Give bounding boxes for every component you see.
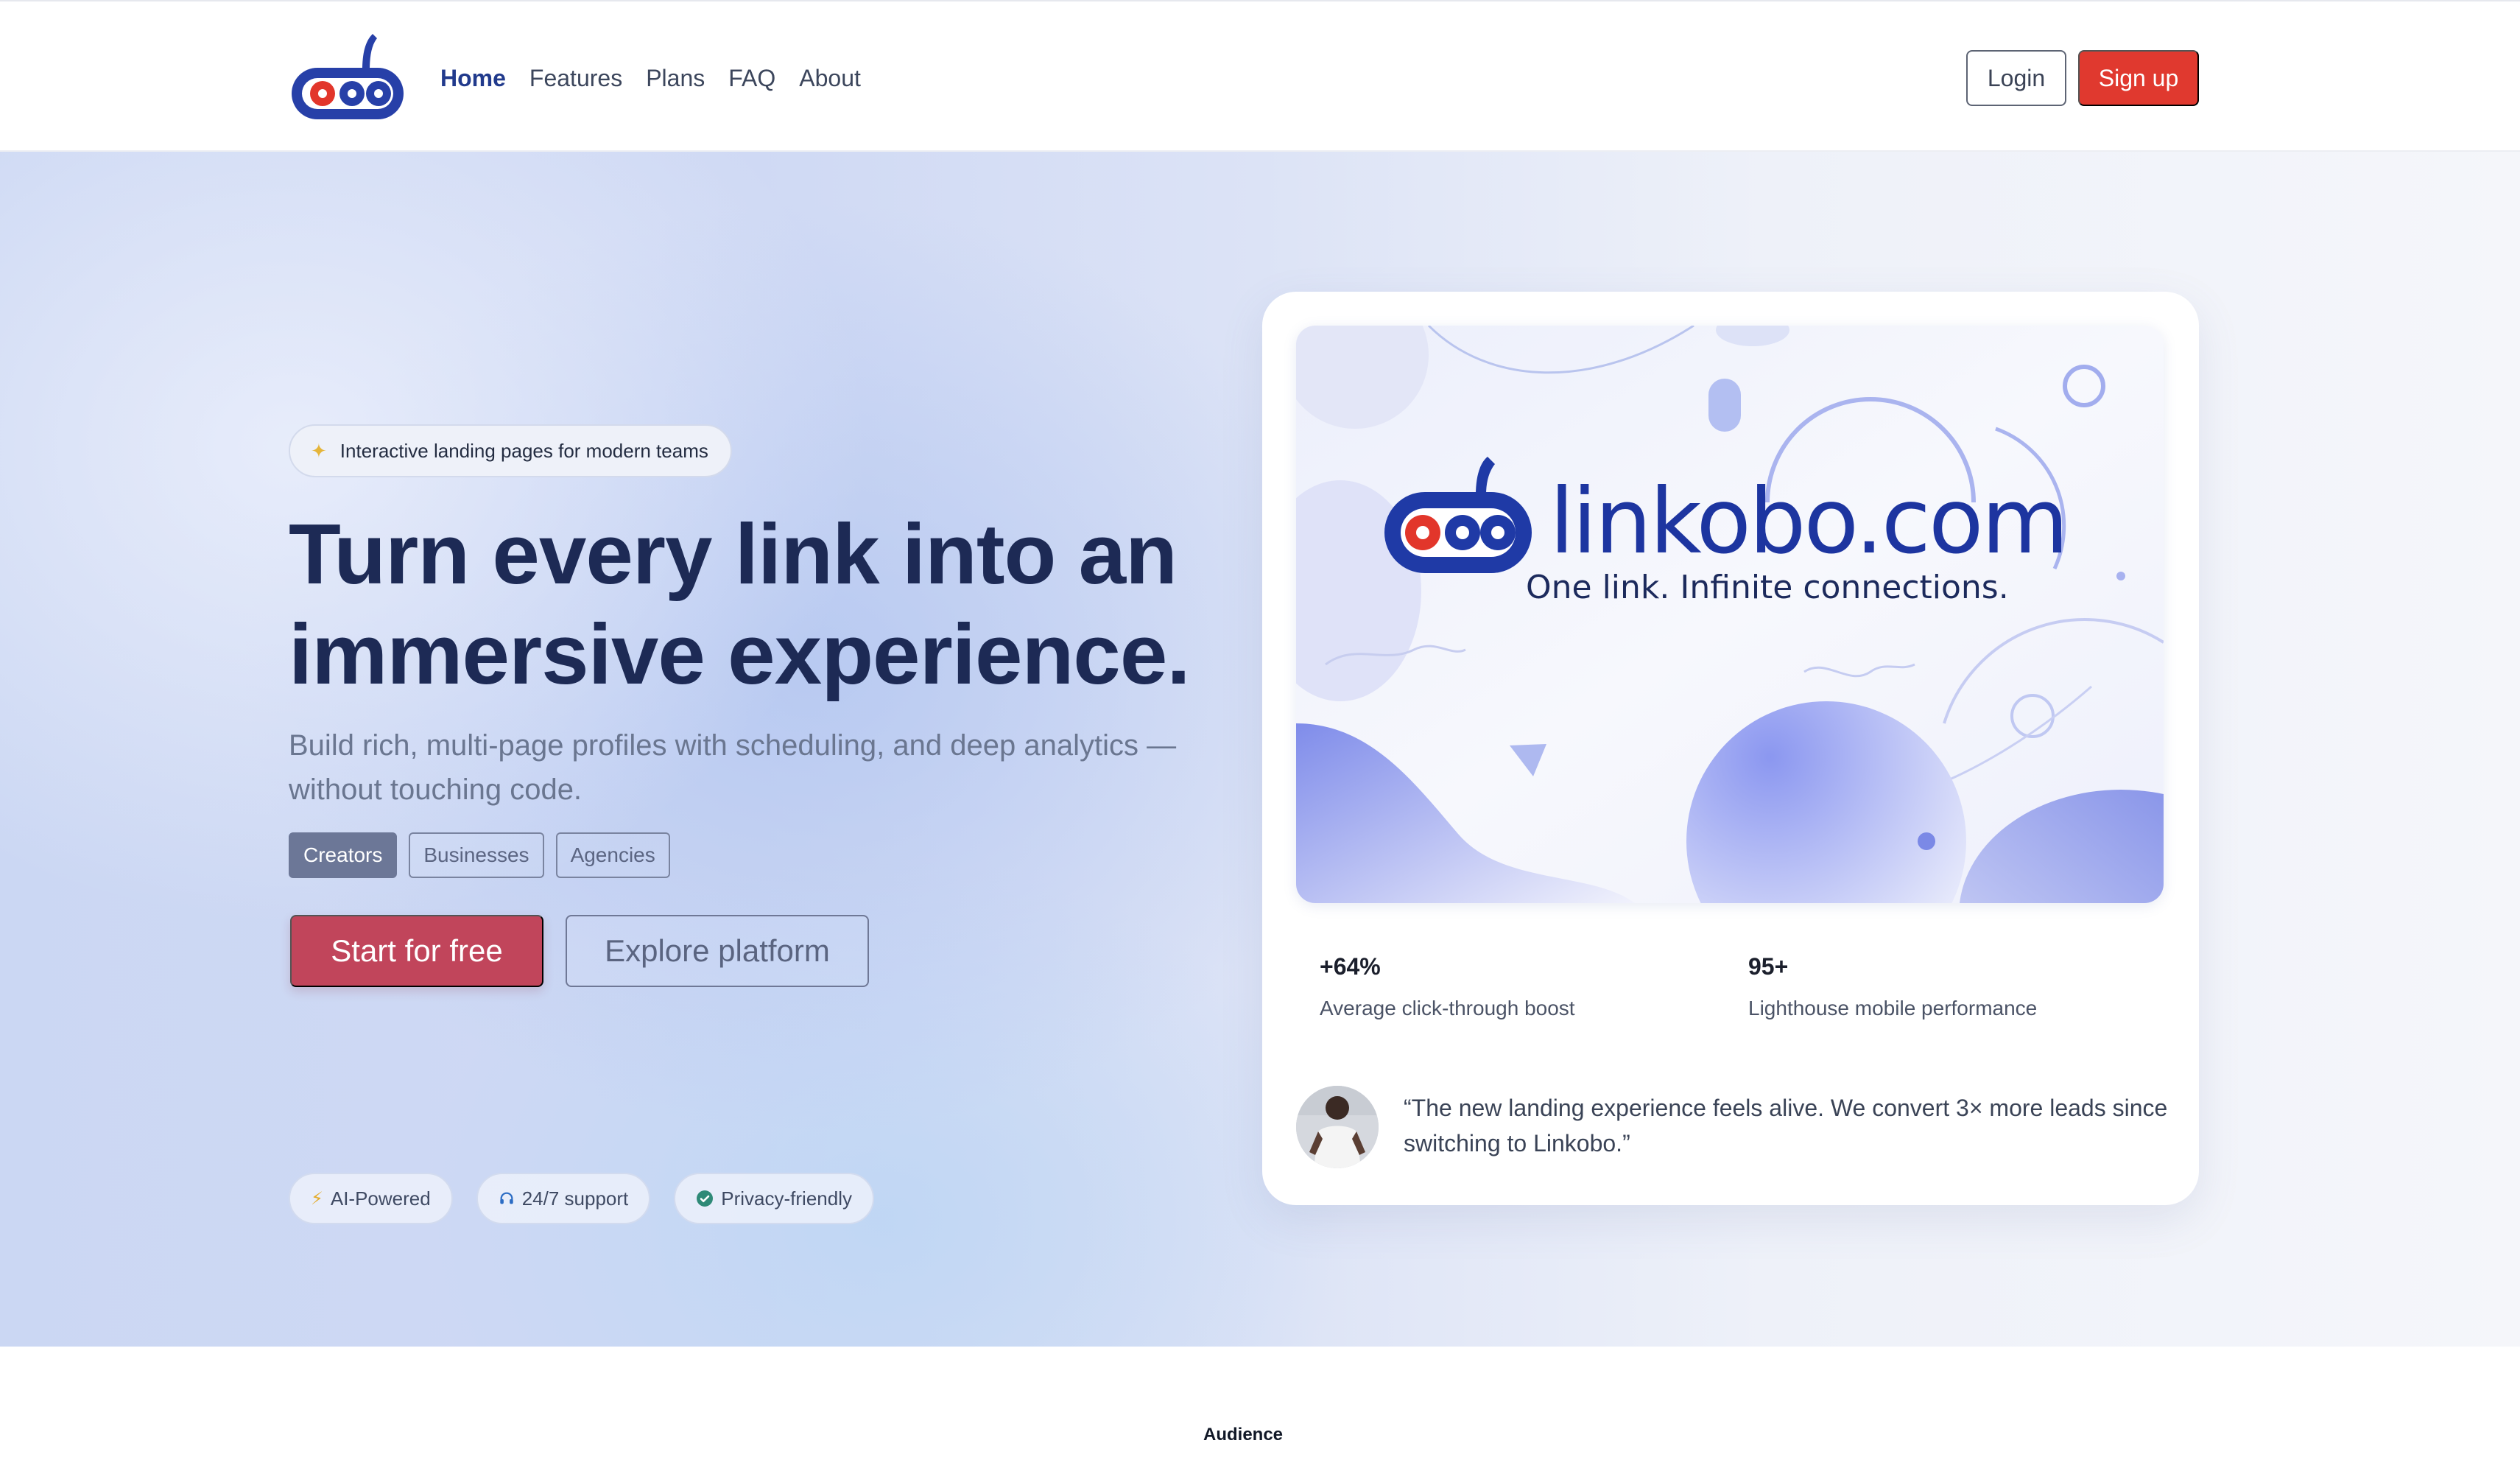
stat-value: +64% (1320, 953, 1381, 980)
eyebrow-badge: ✦ Interactive landing pages for modern t… (289, 424, 732, 477)
feature-pill-label: AI-Powered (330, 1187, 431, 1210)
signup-button[interactable]: Sign up (2078, 50, 2199, 106)
segment-creators[interactable]: Creators (289, 832, 398, 878)
feature-pills: ⚡ AI-Powered 24/7 support Privacy-friend… (289, 1173, 874, 1224)
stat-lighthouse: 95+ Lighthouse mobile performance (1748, 953, 2037, 1020)
stat-label: Lighthouse mobile performance (1748, 997, 2038, 1019)
headset-icon (499, 1192, 513, 1204)
brand-banner-image: linkobo.com One link. Infinite connectio… (1296, 326, 2164, 903)
linkobo-logo-icon[interactable] (289, 31, 406, 124)
site-header: Home Features Plans FAQ About Login Sign… (0, 0, 2520, 152)
nav-faq[interactable]: FAQ (728, 65, 775, 92)
stat-label: Average click-through boost (1320, 997, 1575, 1019)
feature-pill-label: 24/7 support (521, 1187, 629, 1210)
headline-line-1: Turn every link into an (289, 506, 1178, 602)
stat-click-through: +64% Average click-through boost (1320, 953, 1575, 1020)
hero-subhead: Build rich, multi-page profiles with sch… (289, 729, 1177, 806)
avatar-photo (1296, 1086, 1379, 1168)
showcase-card: linkobo.com One link. Infinite connectio… (1262, 292, 2199, 1205)
banner-tagline: One link. Infinite connections. (1526, 569, 2009, 606)
testimonial-avatar (1296, 1086, 1379, 1168)
stat-value: 95+ (1748, 953, 1789, 980)
explore-platform-button[interactable]: Explore platform (566, 915, 869, 987)
nav-home[interactable]: Home (440, 65, 506, 92)
section-label-audience: Audience (1193, 1419, 1294, 1451)
banner-illustration (1296, 326, 2164, 903)
check-circle-icon (697, 1190, 714, 1207)
headline-line-2: immersive experience. (289, 606, 1191, 702)
banner-brand-name: linkobo.com (1549, 469, 2069, 574)
audience-segment-toggle: Creators Businesses Agencies (289, 832, 670, 878)
feature-pill-label: Privacy-friendly (721, 1187, 852, 1210)
feature-pill-privacy: Privacy-friendly (674, 1173, 874, 1224)
nav-plans[interactable]: Plans (646, 65, 705, 92)
feature-pill-support: 24/7 support (476, 1173, 651, 1224)
start-for-free-button[interactable]: Start for free (290, 915, 543, 987)
feature-pill-ai: ⚡ AI-Powered (289, 1173, 453, 1224)
segment-agencies[interactable]: Agencies (555, 832, 670, 878)
nav-features[interactable]: Features (529, 65, 622, 92)
hero-headline: Turn every link into an immersive experi… (289, 504, 1246, 704)
eyebrow-text: Interactive landing pages for modern tea… (339, 439, 708, 462)
testimonial-quote: “The new landing experience feels alive.… (1404, 1095, 2168, 1157)
bolt-icon: ⚡ (311, 1188, 323, 1209)
main-nav: Home Features Plans FAQ About (440, 57, 861, 99)
nav-about[interactable]: About (799, 65, 861, 92)
segment-businesses[interactable]: Businesses (409, 832, 544, 878)
login-button[interactable]: Login (1966, 50, 2066, 106)
sparkle-icon: ✦ (311, 439, 327, 462)
